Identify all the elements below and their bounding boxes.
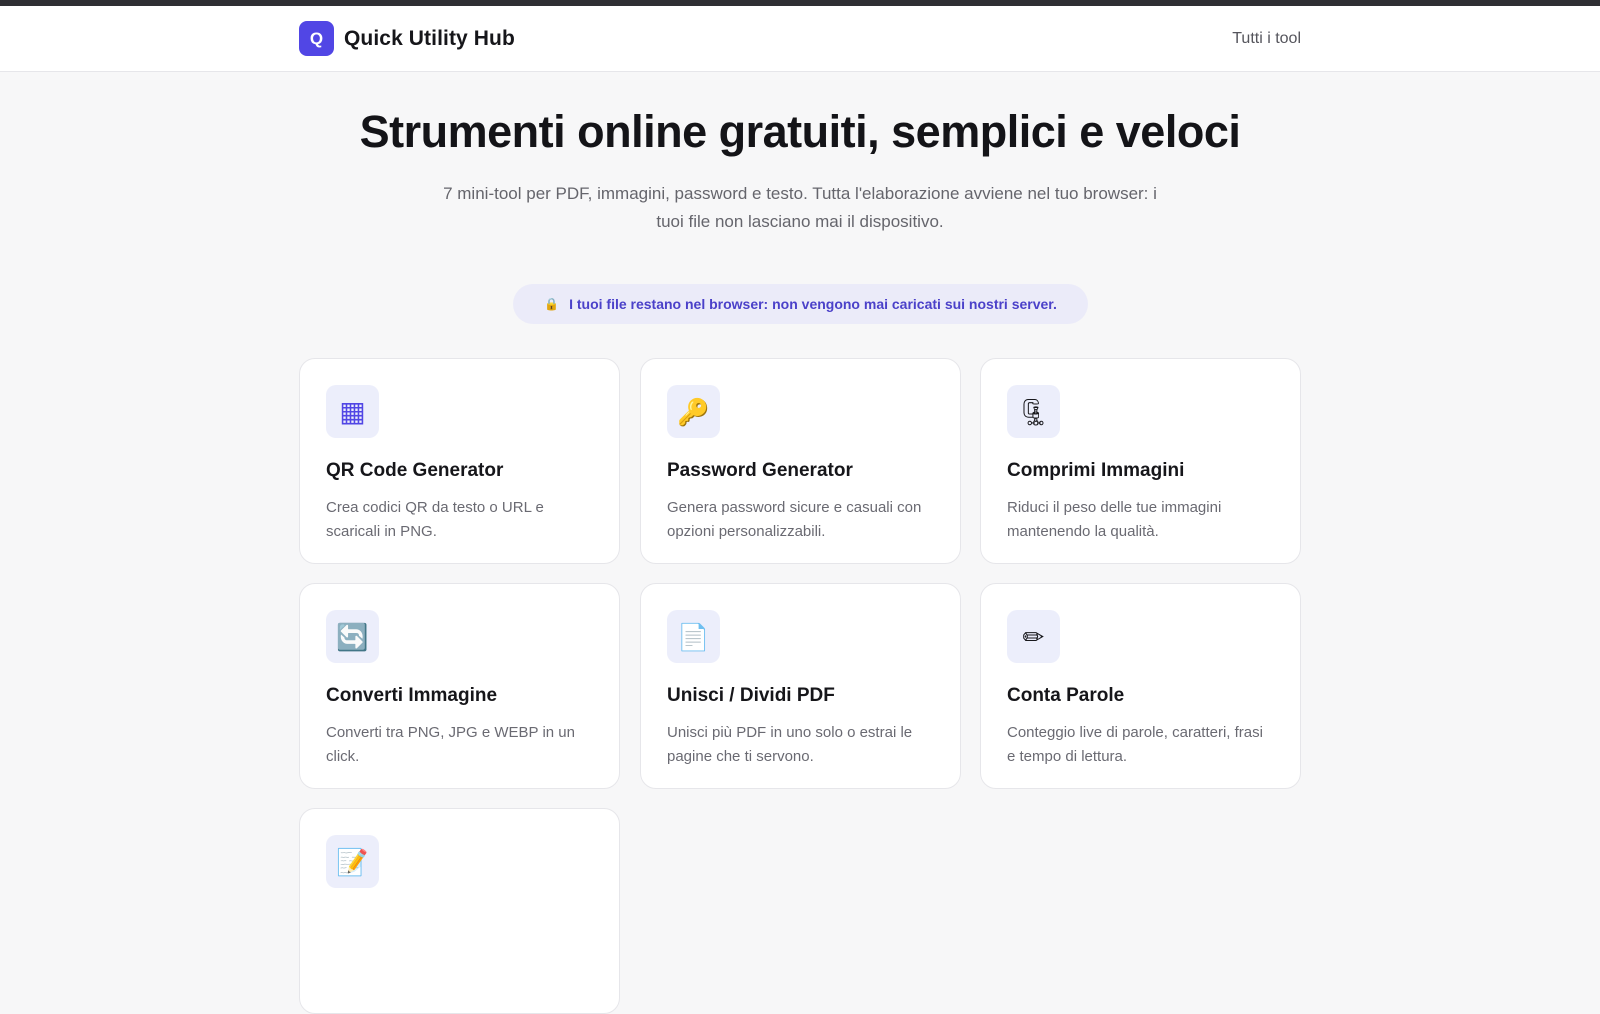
- tool-card-converti-immagine[interactable]: 🔄 Converti Immagine Converti tra PNG, JP…: [299, 583, 620, 789]
- privacy-notice: 🔒 I tuoi file restano nel browser: non v…: [513, 284, 1088, 324]
- brand-name: Quick Utility Hub: [344, 26, 515, 50]
- tool-card-description: Unisci più PDF in uno solo o estrai le p…: [667, 724, 913, 765]
- tool-card-partial[interactable]: 📝: [299, 808, 620, 1014]
- tool-card-description: Converti tra PNG, JPG e WEBP in un click…: [326, 724, 575, 765]
- tool-card-title: Comprimi Immagini: [1007, 460, 1185, 481]
- logo-icon: Q: [299, 21, 334, 56]
- tool-card-title: Password Generator: [667, 460, 853, 481]
- lock-icon: 🔒: [544, 297, 560, 311]
- tool-card-description: Genera password sicure e casuali con opz…: [667, 499, 922, 540]
- tool-card-description: Riduci il peso delle tue immagini manten…: [1007, 499, 1222, 540]
- tool-card-title: Conta Parole: [1007, 685, 1125, 706]
- page-subtitle: 7 mini-tool per PDF, immagini, password …: [443, 184, 1157, 231]
- nav-all-tools[interactable]: Tutti i tool: [1232, 30, 1301, 48]
- key-icon: 🔑: [667, 385, 720, 438]
- page-title: Strumenti online gratuiti, semplici e ve…: [359, 106, 1241, 157]
- tool-card-comprimi-immagini[interactable]: 🗜 Comprimi Immagini Riduci il peso delle…: [980, 358, 1301, 564]
- tool-card-qr-code-generator[interactable]: ▦ QR Code Generator Crea codici QR da te…: [299, 358, 620, 564]
- convert-arrows-icon: 🔄: [326, 610, 379, 663]
- pencil-icon: ✏: [1007, 610, 1060, 663]
- tool-card-description: Crea codici QR da testo o URL e scarical…: [326, 499, 544, 540]
- qr-grid-icon: ▦: [326, 385, 379, 438]
- tool-card-title: Converti Immagine: [326, 685, 498, 706]
- tool-card-conta-parole[interactable]: ✏ Conta Parole Conteggio live di parole,…: [980, 583, 1301, 789]
- site-header: Q Quick Utility Hub Tutti i tool: [0, 6, 1600, 72]
- document-icon: 📄: [667, 610, 720, 663]
- tool-card-description: Conteggio live di parole, caratteri, fra…: [1007, 724, 1263, 765]
- brand-link[interactable]: Q Quick Utility Hub: [299, 21, 515, 56]
- tool-card-title: Unisci / Dividi PDF: [667, 685, 835, 706]
- privacy-notice-text: I tuoi file restano nel browser: non ven…: [569, 296, 1057, 312]
- tool-card-unisci-dividi-pdf[interactable]: 📄 Unisci / Dividi PDF Unisci più PDF in …: [640, 583, 961, 789]
- memo-icon: 📝: [326, 835, 379, 888]
- tool-card-title: QR Code Generator: [326, 460, 504, 481]
- tool-card-password-generator[interactable]: 🔑 Password Generator Genera password sic…: [640, 358, 961, 564]
- clamp-icon: 🗜: [1007, 385, 1060, 438]
